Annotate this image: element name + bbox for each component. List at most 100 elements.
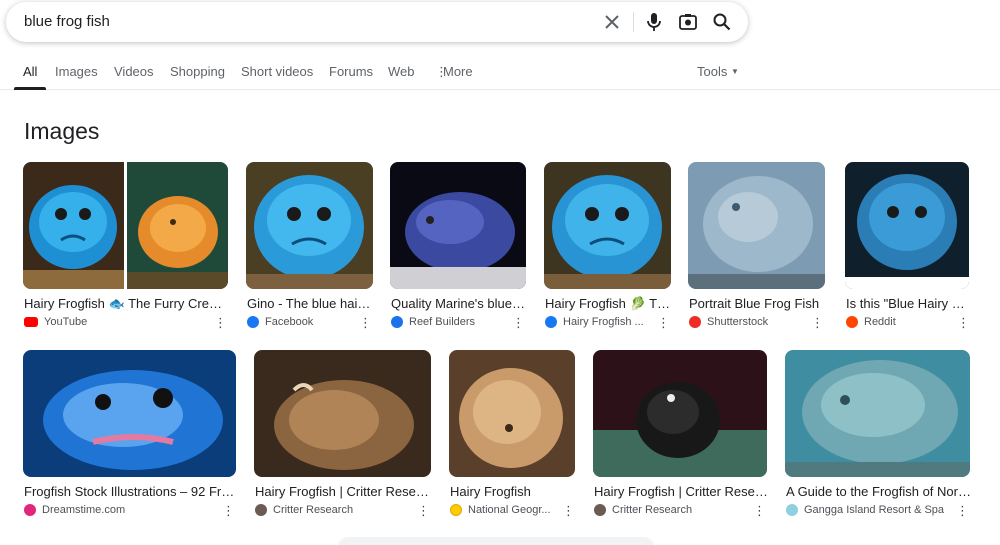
result-thumbnail[interactable] (23, 162, 228, 289)
source-name: Critter Research (612, 504, 693, 516)
result-source[interactable]: Critter Research (594, 504, 692, 516)
source-name: Dreamstime.com (42, 504, 126, 516)
image-result[interactable]: Portrait Blue Frog Fish Shutterstock ⋮ (688, 162, 826, 332)
tab-forums[interactable]: Forums (329, 64, 373, 79)
result-caption[interactable]: A Guide to the Frogfish of Nort... (786, 484, 971, 499)
source-name: Hairy Frogfish ... (563, 316, 644, 328)
result-source[interactable]: Facebook (247, 316, 313, 328)
result-thumbnail[interactable] (23, 350, 236, 477)
tab-images[interactable]: Images (55, 64, 98, 79)
result-caption[interactable]: Is this "Blue Hairy Fr... (846, 296, 970, 311)
active-tab-indicator (14, 87, 46, 90)
result-source[interactable]: Reddit (846, 316, 896, 328)
result-source[interactable]: Shutterstock (689, 316, 768, 328)
result-source[interactable]: YouTube (24, 316, 87, 328)
images-section-title: Images (24, 118, 100, 144)
image-result[interactable]: Hairy Frogfish | Critter Resear... Critt… (254, 350, 432, 520)
tab-more[interactable]: ⋮More (435, 64, 473, 80)
search-bar[interactable]: blue frog fish (6, 2, 748, 42)
source-name: Reddit (864, 316, 896, 328)
tools-label: Tools (697, 64, 728, 79)
source-name: Reef Builders (409, 316, 476, 328)
result-caption[interactable]: Gino - The blue hairy... (247, 296, 374, 311)
image-result[interactable]: Hairy Frogfish 🐟 The Furry Creatu... You… (23, 162, 229, 332)
image-result[interactable]: Hairy Frogfish National Geogr... ⋮ (449, 350, 576, 520)
camera-search-icon[interactable] (678, 12, 698, 32)
source-name: Facebook (265, 316, 314, 328)
more-options-icon[interactable]: ⋮ (417, 504, 430, 518)
result-caption[interactable]: Hairy Frogfish 🥬 Th... (545, 296, 672, 312)
source-name: Critter Research (273, 504, 354, 516)
shutterstock-icon (689, 316, 701, 328)
microphone-icon[interactable] (644, 12, 664, 32)
search-icon[interactable] (712, 12, 732, 32)
tab-shopping[interactable]: Shopping (170, 64, 225, 79)
image-result[interactable]: Frogfish Stock Illustrations – 92 Frog..… (23, 350, 237, 520)
tab-videos[interactable]: Videos (114, 64, 154, 79)
result-source[interactable]: Critter Research (255, 504, 353, 516)
source-name: Gangga Island Resort & Spa (804, 504, 945, 516)
result-source[interactable]: Gangga Island Resort & Spa (786, 504, 944, 516)
source-name: YouTube (44, 316, 88, 328)
search-tabs: All Images Videos Shopping Short videos … (0, 58, 1000, 90)
result-caption[interactable]: Hairy Frogfish | Critter Resear... (594, 484, 768, 499)
more-options-icon[interactable]: ⋮ (359, 316, 372, 330)
result-thumbnail[interactable] (449, 350, 575, 477)
result-thumbnail[interactable] (390, 162, 526, 289)
image-result[interactable]: Hairy Frogfish 🥬 Th... Hairy Frogfish ..… (544, 162, 672, 332)
youtube-icon (24, 317, 38, 327)
more-options-icon[interactable]: ⋮ (512, 316, 525, 330)
result-caption[interactable]: Frogfish Stock Illustrations – 92 Frog..… (24, 484, 237, 499)
more-options-icon[interactable]: ⋮ (956, 504, 969, 518)
result-source[interactable]: Hairy Frogfish ... (545, 316, 644, 328)
result-caption[interactable]: Hairy Frogfish 🐟 The Furry Creatu... (24, 296, 229, 312)
result-caption[interactable]: Hairy Frogfish (450, 484, 576, 499)
reef-builders-icon (391, 316, 403, 328)
result-thumbnail[interactable] (593, 350, 767, 477)
facebook-icon (545, 316, 557, 328)
tab-all[interactable]: All (23, 64, 37, 79)
clear-icon[interactable] (602, 12, 622, 32)
result-thumbnail[interactable] (254, 350, 431, 477)
source-name: Shutterstock (707, 316, 769, 328)
national-geographic-icon (450, 504, 462, 516)
result-caption[interactable]: Portrait Blue Frog Fish (689, 296, 826, 311)
result-thumbnail[interactable] (246, 162, 373, 289)
divider (633, 12, 634, 32)
more-options-icon[interactable]: ⋮ (222, 504, 235, 518)
image-result[interactable]: Is this "Blue Hairy Fr... Reddit ⋮ (845, 162, 970, 332)
more-vert-icon: ⋮ (435, 64, 448, 79)
more-options-icon[interactable]: ⋮ (957, 316, 970, 330)
result-thumbnail[interactable] (845, 162, 969, 289)
result-source[interactable]: Dreamstime.com (24, 504, 125, 516)
more-options-icon[interactable]: ⋮ (214, 316, 227, 330)
tools-button[interactable]: Tools ▼ (697, 64, 739, 79)
critter-research-icon (594, 504, 606, 516)
result-thumbnail[interactable] (785, 350, 970, 477)
result-thumbnail[interactable] (544, 162, 671, 289)
more-options-icon[interactable]: ⋮ (657, 316, 670, 330)
more-results-button[interactable] (338, 537, 654, 545)
critter-research-icon (255, 504, 267, 516)
result-thumbnail[interactable] (688, 162, 825, 289)
search-input[interactable]: blue frog fish (24, 13, 110, 30)
tab-web[interactable]: Web (388, 64, 415, 79)
result-source[interactable]: National Geogr... (450, 504, 551, 516)
tab-short-videos[interactable]: Short videos (241, 64, 313, 79)
result-caption[interactable]: Hairy Frogfish | Critter Resear... (255, 484, 432, 499)
result-source[interactable]: Reef Builders (391, 316, 475, 328)
image-result[interactable]: Gino - The blue hairy... Facebook ⋮ (246, 162, 374, 332)
result-caption[interactable]: Quality Marine's blue f... (391, 296, 527, 311)
caret-down-icon: ▼ (730, 67, 739, 76)
image-result[interactable]: Hairy Frogfish | Critter Resear... Critt… (593, 350, 768, 520)
image-result[interactable]: Quality Marine's blue f... Reef Builders… (390, 162, 527, 332)
reddit-icon (846, 316, 858, 328)
more-options-icon[interactable]: ⋮ (562, 504, 575, 518)
more-label: More (443, 64, 473, 79)
more-options-icon[interactable]: ⋮ (811, 316, 824, 330)
dreamstime-icon (24, 504, 36, 516)
facebook-icon (247, 316, 259, 328)
more-options-icon[interactable]: ⋮ (753, 504, 766, 518)
gangga-island-icon (786, 504, 798, 516)
image-result[interactable]: A Guide to the Frogfish of Nort... Gangg… (785, 350, 971, 520)
